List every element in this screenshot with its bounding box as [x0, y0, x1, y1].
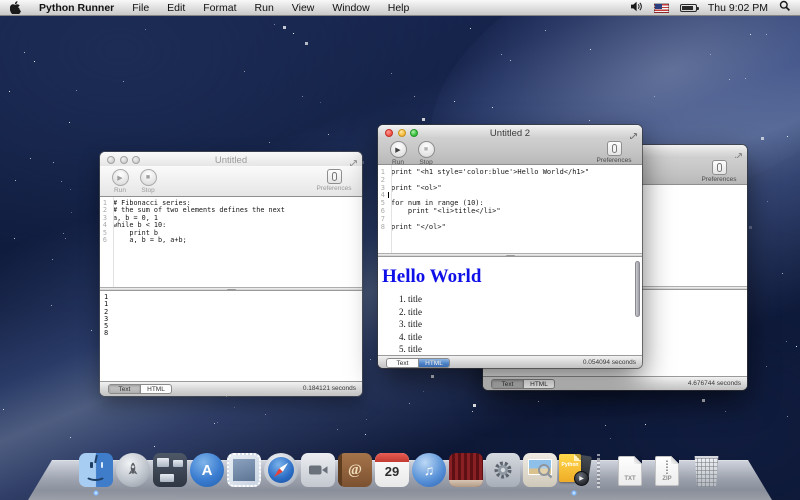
output-mode-segmented-control: Text HTML	[491, 379, 555, 389]
stop-button[interactable]: ■ Stop	[411, 141, 441, 166]
window-title: Untitled 2	[378, 128, 642, 139]
preferences-button[interactable]: Preferences	[312, 169, 356, 192]
photo-booth-icon[interactable]	[449, 453, 483, 487]
run-button[interactable]: ▶ Run	[105, 169, 135, 194]
contacts-icon[interactable]: @	[338, 453, 372, 487]
output-line: 1	[104, 294, 362, 301]
code-line: 8print "</ol>"	[378, 224, 642, 232]
menu-help[interactable]: Help	[379, 2, 419, 14]
menu-view[interactable]: View	[283, 2, 324, 14]
menu-format[interactable]: Format	[194, 2, 245, 14]
titlebar[interactable]: Untitled	[100, 152, 362, 166]
output-line: 2	[104, 309, 362, 316]
segment-html[interactable]: HTML	[523, 380, 554, 388]
preferences-icon	[712, 160, 727, 175]
list-item: title	[408, 307, 642, 317]
code-line: 6 print "<li>title</li>"	[378, 208, 642, 216]
mail-icon[interactable]	[227, 453, 261, 487]
safari-icon[interactable]	[264, 453, 298, 487]
code-line: 6 a, b = b, a+b;	[100, 237, 362, 244]
list-item: title	[408, 344, 642, 354]
window-untitled-2: Untitled 2 ▶ Run ■ Stop Preferences 1pri…	[378, 125, 642, 368]
code-line: 3print "<ol>"	[378, 185, 642, 193]
segment-html[interactable]: HTML	[418, 359, 449, 367]
output-line: 1	[104, 301, 362, 308]
menu-clock[interactable]: Thu 9:02 PM	[708, 2, 768, 14]
mission-control-icon[interactable]	[153, 453, 187, 487]
app-menu-title[interactable]: Python Runner	[30, 2, 123, 14]
titlebar[interactable]: Untitled 2	[378, 125, 642, 139]
code-editor[interactable]: 1print "<h1 style='color:blue'>Hello Wor…	[378, 165, 642, 253]
run-button[interactable]: ▶ Run	[383, 141, 413, 166]
toolbar: ▶ Run ■ Stop Preferences	[100, 166, 362, 197]
segment-text[interactable]: Text	[109, 385, 140, 393]
launchpad-icon[interactable]	[116, 453, 150, 487]
run-time-status: 4.676744 seconds	[688, 380, 741, 387]
output-mode-segmented-control: Text HTML	[386, 358, 450, 368]
output-line: 5	[104, 323, 362, 330]
preview-icon[interactable]	[523, 453, 557, 487]
output-line: 8	[104, 330, 362, 337]
code-editor[interactable]: 1# Fibonacci series: 2# the sum of two e…	[100, 197, 362, 287]
code-line: 1print "<h1 style='color:blue'>Hello Wor…	[378, 169, 642, 177]
list-item: title	[408, 294, 642, 304]
list-item: title	[408, 332, 642, 342]
menu-bar: Python Runner File Edit Format Run View …	[0, 0, 800, 16]
preferences-icon	[607, 141, 622, 156]
menu-run[interactable]: Run	[246, 2, 283, 14]
stop-icon: ■	[140, 169, 157, 186]
run-time-status: 0.054094 seconds	[583, 359, 636, 366]
menu-edit[interactable]: Edit	[158, 2, 194, 14]
segment-html[interactable]: HTML	[140, 385, 171, 393]
list-item: title	[408, 319, 642, 329]
segment-text[interactable]: Text	[387, 359, 418, 367]
window-title: Untitled	[100, 155, 362, 166]
python-runner-icon[interactable]: Python ▶	[557, 453, 591, 487]
menu-file[interactable]: File	[123, 2, 158, 14]
preferences-button[interactable]: Preferences	[697, 160, 741, 183]
segment-text[interactable]: Text	[492, 380, 523, 388]
input-source-flag-icon[interactable]	[654, 3, 669, 13]
facetime-icon[interactable]	[301, 453, 335, 487]
play-icon: ▶	[112, 169, 129, 186]
apple-menu-icon[interactable]	[0, 1, 30, 14]
finder-icon[interactable]	[79, 453, 113, 487]
bottom-bar: Text HTML 4.676744 seconds	[483, 376, 747, 390]
bottom-bar: Text HTML 0.184121 seconds	[100, 381, 362, 396]
play-badge-icon: ▶	[574, 471, 589, 486]
system-preferences-icon[interactable]	[486, 453, 520, 487]
bottom-bar: Text HTML 0.054094 seconds	[378, 355, 642, 368]
stop-icon: ■	[418, 141, 435, 158]
html-heading: Hello World	[382, 266, 642, 288]
preferences-icon	[327, 169, 342, 184]
menu-window[interactable]: Window	[323, 2, 378, 14]
output-pane: 1 1 2 3 5 8	[100, 291, 362, 381]
volume-icon[interactable]	[630, 1, 643, 15]
stop-button[interactable]: ■ Stop	[133, 169, 163, 194]
play-icon: ▶	[390, 141, 407, 158]
html-ordered-list: title title title title title title	[392, 294, 642, 355]
run-time-status: 0.184121 seconds	[303, 385, 356, 392]
window-untitled: Untitled ▶ Run ■ Stop Preferences 1# Fib…	[100, 152, 362, 396]
itunes-icon[interactable]: ♫	[412, 453, 446, 487]
output-line: 3	[104, 316, 362, 323]
app-store-icon[interactable]: A	[190, 453, 224, 487]
spotlight-icon[interactable]	[779, 0, 791, 15]
toolbar: ▶ Run ■ Stop Preferences	[378, 139, 642, 165]
scrollbar-thumb[interactable]	[635, 261, 640, 317]
output-mode-segmented-control: Text HTML	[108, 384, 172, 394]
preferences-button[interactable]: Preferences	[592, 141, 636, 164]
html-output-pane: Hello World title title title title titl…	[378, 257, 642, 355]
calendar-icon[interactable]: 29	[375, 453, 409, 487]
battery-icon[interactable]	[680, 4, 697, 12]
